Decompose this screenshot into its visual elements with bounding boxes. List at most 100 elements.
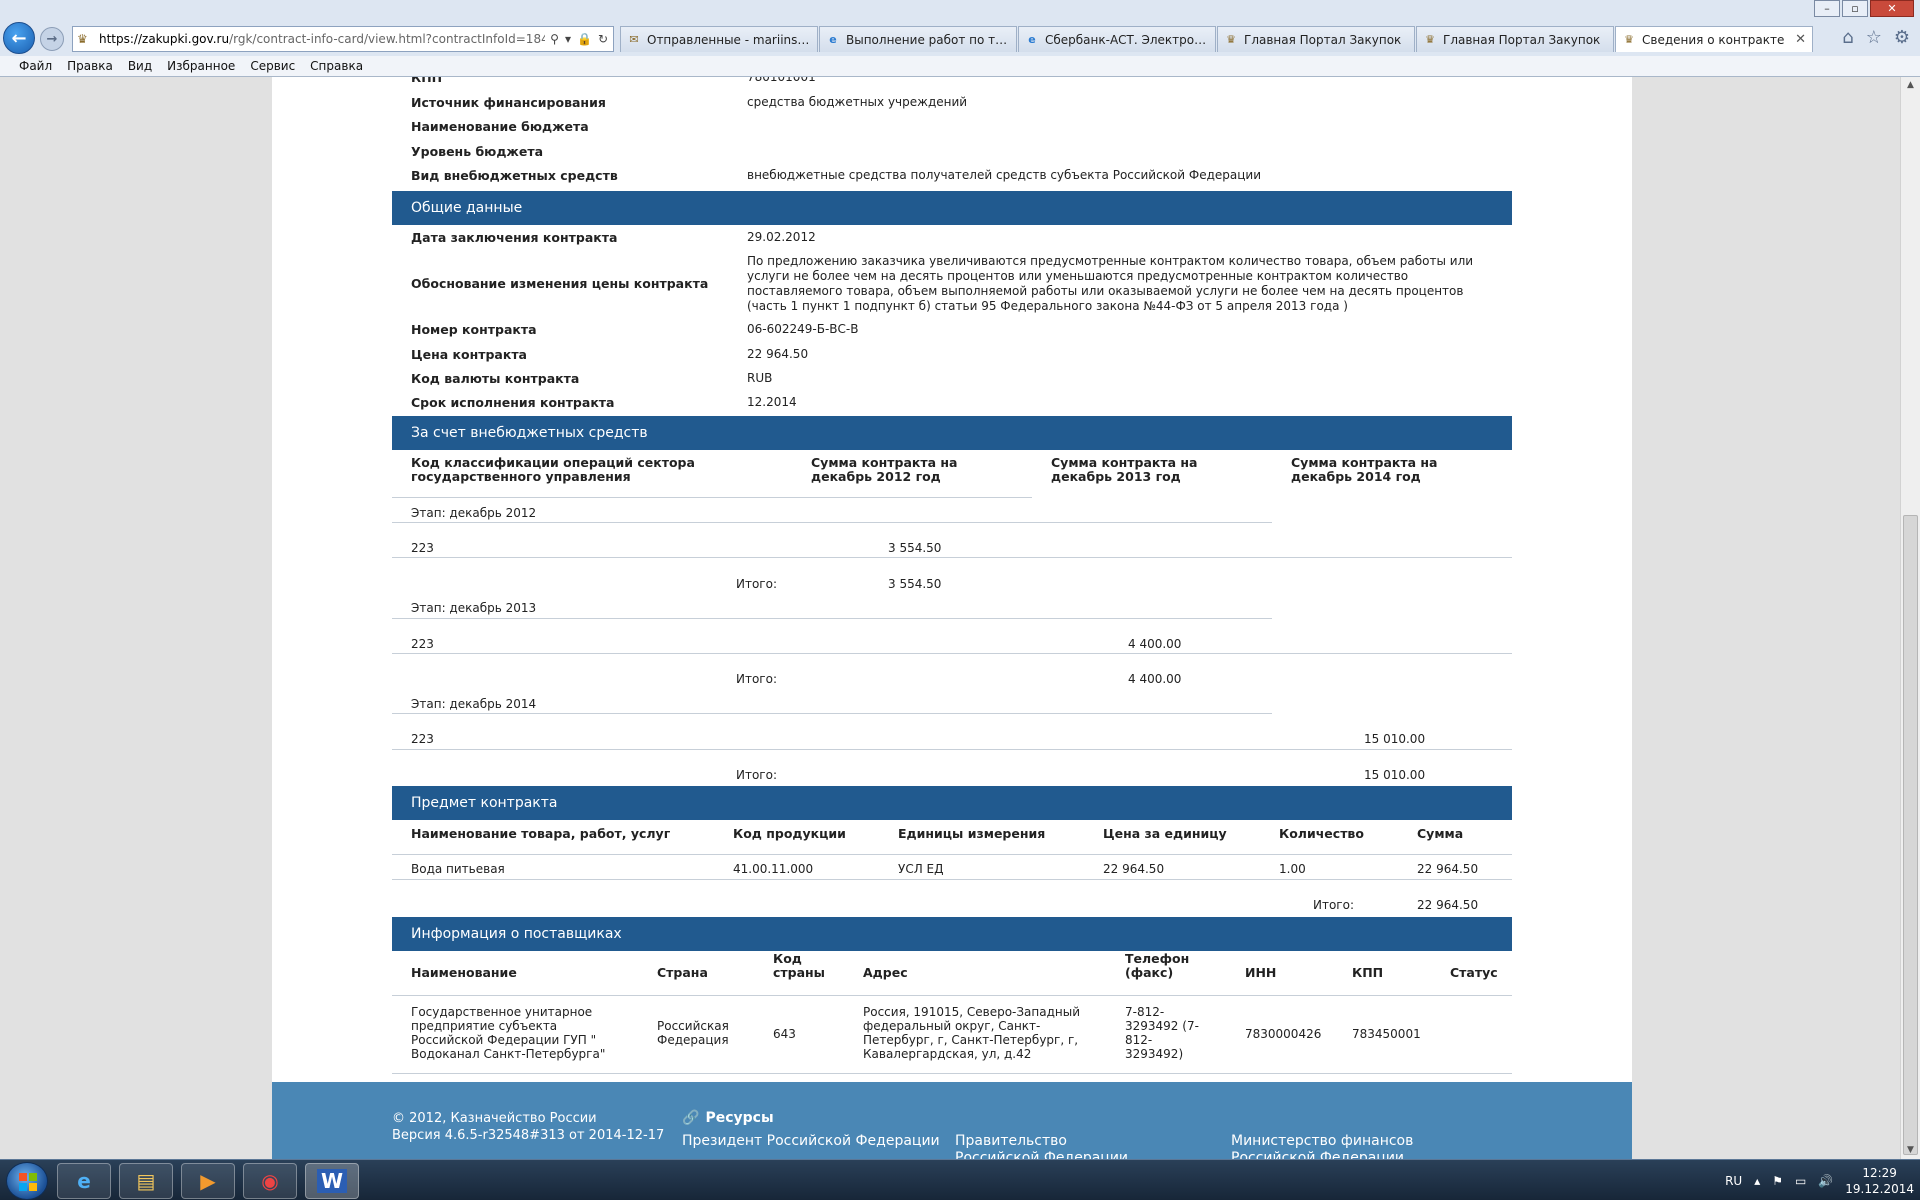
extrabudget-section-header: За счет внебюджетных средств xyxy=(392,416,1512,450)
currency-code-value: RUB xyxy=(747,371,773,385)
home-icon[interactable]: ⌂ xyxy=(1842,27,1853,48)
extrabudget-type-value: внебюджетные средства получателей средст… xyxy=(747,168,1262,182)
taskbar-media-player[interactable]: ▶ xyxy=(181,1163,235,1199)
ie-icon: e xyxy=(77,1169,91,1193)
menu-item[interactable]: Избранное xyxy=(167,59,235,73)
windows-taskbar: e ▤ ▶ ◉ W RU ▴ ⚑ ▭ 🔊 12:29 19.12.2014 xyxy=(0,1159,1920,1200)
menu-item[interactable]: Вид xyxy=(128,59,152,73)
suppliers-table: Наименование Страна Код страны Адрес Теле… xyxy=(392,951,1512,1079)
footer-link-minfin[interactable]: Министерство финансов Российской Федерац… xyxy=(1231,1133,1481,1159)
contract-price-value: 22 964.50 xyxy=(747,347,809,361)
budget-level-label: Уровень бюджета xyxy=(411,144,544,159)
search-icon[interactable]: ⚲ xyxy=(550,32,559,46)
taskbar-ie[interactable]: e xyxy=(57,1163,111,1199)
taskbar-word[interactable]: W xyxy=(305,1163,359,1199)
col-header-2012: Сумма контракта на декабрь 2012 год xyxy=(811,455,958,484)
chrome-icon: ◉ xyxy=(261,1169,279,1193)
browser-tab[interactable]: ♛ Главная Портал Закупок xyxy=(1217,26,1415,52)
supplier-address: Россия, 191015, Северо-Западный федераль… xyxy=(863,1005,1081,1061)
link-chain-icon: 🔗 xyxy=(682,1110,700,1126)
media-player-icon: ▶ xyxy=(200,1169,216,1193)
stage-2014-amount: 15 010.00 xyxy=(1364,732,1426,746)
subject-item-code: 41.00.11.000 xyxy=(733,862,814,876)
vertical-scrollbar[interactable]: ▲ ▼ xyxy=(1900,77,1920,1159)
menu-item[interactable]: Справка xyxy=(310,59,363,73)
refresh-icon[interactable]: ↻ xyxy=(598,32,608,46)
maximize-button[interactable]: ▫ xyxy=(1842,0,1868,17)
suppliers-section-header: Информация о поставщиках xyxy=(392,917,1512,951)
stage-2012-amount: 3 554.50 xyxy=(888,541,942,555)
volume-icon[interactable]: 🔊 xyxy=(1818,1174,1833,1188)
scroll-up-icon[interactable]: ▲ xyxy=(1901,77,1920,94)
supplier-col-country-code: Код страны xyxy=(773,952,825,980)
stage-2013-amount: 4 400.00 xyxy=(1128,637,1182,651)
browser-tab[interactable]: ✉ Отправленные - mariinskyho... xyxy=(620,26,818,52)
stage-2014-code: 223 xyxy=(411,732,434,746)
stage-2014-total: 15 010.00 xyxy=(1364,768,1426,782)
address-bar[interactable]: ♛ https://zakupki.gov.ru/rgk/contract-in… xyxy=(72,26,614,52)
dropdown-icon[interactable]: ▾ xyxy=(565,32,571,46)
subject-col-quantity: Количество xyxy=(1279,826,1364,841)
language-indicator[interactable]: RU xyxy=(1725,1174,1742,1188)
contract-price-label: Цена контракта xyxy=(411,347,527,362)
forward-button[interactable]: → xyxy=(40,27,64,51)
close-window-button[interactable]: ✕ xyxy=(1870,0,1914,17)
general-section-header: Общие данные xyxy=(392,191,1512,225)
general-section: Дата заключения контракта 29.02.2012 Обо… xyxy=(392,225,1512,413)
resources-title-text: Ресурсы xyxy=(705,1110,774,1126)
favorites-star-icon[interactable]: ☆ xyxy=(1866,27,1882,48)
contract-date-value: 29.02.2012 xyxy=(747,230,816,244)
scroll-down-icon[interactable]: ▼ xyxy=(1901,1142,1920,1159)
price-change-reason-label: Обоснование изменения цены контракта xyxy=(411,276,709,291)
row-divider xyxy=(392,618,1272,619)
tab-title: Сбербанк-АСТ. Электронная... xyxy=(1045,32,1209,47)
menu-item[interactable]: Сервис xyxy=(250,59,295,73)
footer-copyright: © 2012, Казначейство России xyxy=(392,1111,597,1126)
footer-link-president[interactable]: Президент Российской Федерации xyxy=(682,1133,940,1149)
supplier-col-name: Наименование xyxy=(411,965,517,980)
arrow-right-icon: → xyxy=(46,31,58,47)
contract-date-label: Дата заключения контракта xyxy=(411,230,618,245)
emblem-icon: ♛ xyxy=(1226,32,1236,46)
taskbar-chrome[interactable]: ◉ xyxy=(243,1163,297,1199)
stage-2013-code: 223 xyxy=(411,637,434,651)
subject-item-sum: 22 964.50 xyxy=(1417,862,1479,876)
word-icon: W xyxy=(316,1169,348,1193)
clock[interactable]: 12:29 19.12.2014 xyxy=(1845,1165,1914,1197)
ie-icon: e xyxy=(1028,32,1036,46)
arrow-left-icon: ← xyxy=(11,27,27,49)
browser-tab[interactable]: e Сбербанк-АСТ. Электронная... xyxy=(1018,26,1216,52)
subject-item-name: Вода питьевая xyxy=(411,862,505,876)
tab-title: Сведения о контракте xyxy=(1642,32,1785,47)
subject-table: Наименование товара, работ, услуг Код пр… xyxy=(392,820,1512,917)
browser-tab[interactable]: ♛ Сведения о контракте ✕ xyxy=(1615,26,1813,52)
col-header-2013: Сумма контракта на декабрь 2013 год xyxy=(1051,455,1198,484)
menu-item[interactable]: Правка xyxy=(67,59,113,73)
windows-logo-icon xyxy=(19,1173,37,1191)
network-icon[interactable]: ▭ xyxy=(1795,1174,1806,1188)
kpp-label: КПП xyxy=(411,77,443,85)
stage-2012-code: 223 xyxy=(411,541,434,555)
mail-icon: ✉ xyxy=(629,32,639,46)
taskbar-explorer[interactable]: ▤ xyxy=(119,1163,173,1199)
scroll-thumb[interactable] xyxy=(1903,515,1918,1155)
country-code-header-line2: страны xyxy=(773,965,825,980)
action-center-flag-icon[interactable]: ⚑ xyxy=(1772,1174,1783,1188)
contract-number-label: Номер контракта xyxy=(411,322,537,337)
minimize-button[interactable]: – xyxy=(1814,0,1840,17)
lock-icon[interactable]: 🔒 xyxy=(577,32,592,46)
address-url[interactable]: https://zakupki.gov.ru/rgk/contract-info… xyxy=(99,32,545,46)
supplier-col-country: Страна xyxy=(657,965,708,980)
tab-close-icon[interactable]: ✕ xyxy=(1795,32,1806,47)
browser-tab[interactable]: e Выполнение работ по технич... xyxy=(819,26,1017,52)
back-button[interactable]: ← xyxy=(3,22,35,54)
supplier-inn: 7830000426 xyxy=(1245,1027,1322,1041)
browser-tab[interactable]: ♛ Главная Портал Закупок xyxy=(1416,26,1614,52)
supplier-col-status: Статус xyxy=(1450,965,1498,980)
settings-gear-icon[interactable]: ⚙ xyxy=(1894,27,1910,48)
footer-link-government[interactable]: Правительство Российской Федерации xyxy=(955,1133,1155,1159)
menu-item[interactable]: Файл xyxy=(19,59,52,73)
row-divider xyxy=(392,854,1512,855)
start-button[interactable] xyxy=(6,1162,48,1200)
show-hidden-icons-icon[interactable]: ▴ xyxy=(1754,1174,1760,1188)
